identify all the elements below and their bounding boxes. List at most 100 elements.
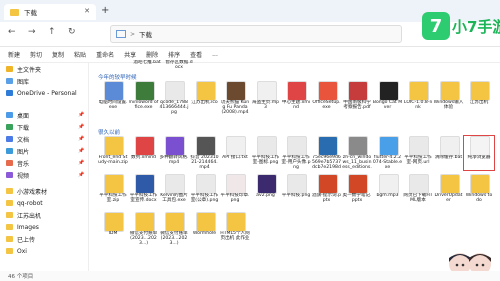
file-thumbnail-icon (134, 212, 155, 232)
file-item[interactable]: Windows to do (464, 174, 494, 208)
file-name: 平平科技工作室-网页.url (404, 155, 432, 166)
file-item[interactable]: 平平科技工作室宣传.docx (129, 174, 159, 208)
cmd-paste[interactable]: 粘贴 (74, 50, 86, 59)
section-header-long-ago[interactable]: 很久以前 (98, 128, 120, 136)
file-item[interactable]: 75ec96e9d6569e7b5737dcb7e2198d47.mp4 (312, 136, 342, 170)
file-item[interactable]: 数列.xmind (129, 136, 159, 170)
file-item[interactable]: 中国南极科学考察报告.pdf (342, 81, 372, 115)
file-item[interactable]: av2.png (251, 174, 281, 208)
file-item[interactable]: 功夫熊猫 Kung Fu Panda (2008).mp4 (220, 81, 250, 115)
sidebar-item-label: 桌面 (17, 112, 30, 120)
file-item[interactable]: qcode_1788413666444.jpg (159, 81, 189, 115)
file-item[interactable]: 平平科技印章.png (220, 174, 250, 208)
file-item[interactable]: 奥—数学笔记.pptx (342, 174, 372, 208)
file-name: 平平科技工作室宣传.docx (129, 193, 158, 204)
refresh-icon[interactable]: ↻ (68, 27, 76, 37)
close-tab-icon[interactable]: ✕ (84, 7, 90, 15)
sidebar-item[interactable]: Images (6, 222, 39, 232)
address-bar[interactable]: > 下载 (110, 25, 402, 43)
sidebar-item[interactable]: 图库 (6, 76, 29, 86)
file-name: 网页已下载HTML版本 (403, 193, 433, 204)
file-item[interactable]: 电脑时间设置.exe (98, 81, 128, 115)
sidebar-item[interactable]: 文档 📌 (6, 134, 84, 144)
sidebar-item[interactable]: 小游戏素材 (6, 186, 47, 196)
cmd-share[interactable]: 共享 (124, 50, 136, 59)
cmd-view[interactable]: 查看 (190, 50, 202, 59)
file-item[interactable]: 纯净浏览器 (463, 135, 495, 171)
new-tab-button[interactable]: + (101, 5, 109, 16)
up-icon[interactable]: ↑ (48, 27, 56, 37)
sidebar-item-label: 主文件夹 (17, 66, 42, 74)
file-item[interactable]: 中心主题.xmind (281, 81, 311, 115)
folder-icon (6, 224, 13, 230)
file-item[interactable]: 平平科技工作室-用户头像.png (281, 136, 311, 170)
file-item[interactable]: 平平科技.png (281, 174, 311, 208)
pin-icon: 📌 (78, 160, 85, 166)
file-item[interactable]: LOIC-1.0.8-link (403, 81, 433, 115)
section-header-earlier[interactable]: 今年的较早时候 (98, 73, 137, 81)
forward-icon[interactable]: → (28, 27, 36, 37)
file-item[interactable]: 抖音 20231021-214464.mp4 (190, 136, 220, 170)
sidebar-item[interactable]: 图片 📌 (6, 146, 84, 156)
file-item[interactable]: 清除缓存.bat (434, 136, 464, 170)
cmd-rename[interactable]: 重命名 (96, 50, 114, 59)
file-item[interactable]: 微信支付账单(2023...2023...) (159, 212, 189, 246)
sidebar-item[interactable]: 已上传 (6, 234, 35, 244)
file-item[interactable]: 平平科技工作室.zip (98, 174, 128, 208)
file-item[interactable]: 平平科技工作室-网页.url (403, 136, 433, 170)
folder-icon (6, 188, 13, 194)
sidebar-item[interactable]: 下载 📌 (6, 122, 84, 132)
file-name: 中心主题.xmind (281, 100, 311, 111)
sidebar-item-label: 小游戏素材 (17, 188, 48, 196)
file-item[interactable]: flutter-4.2.2074-Stable.exe (373, 136, 403, 170)
sidebar-item[interactable]: OneDrive - Personal (6, 88, 77, 98)
file-item[interactable]: Windows输入体验 (434, 81, 464, 115)
file-item[interactable]: Kelvin的图片工具包.exe (159, 174, 189, 208)
cmd-sort[interactable]: 排序 (168, 50, 180, 59)
file-item[interactable]: 江苏出机.ico (190, 81, 220, 115)
file-item[interactable]: 网页已下载HTML版本 (403, 174, 433, 208)
sidebar-item[interactable]: 音乐 📌 (6, 158, 84, 168)
folder-icon (6, 112, 13, 118)
cmd-cut[interactable]: 剪切 (30, 50, 42, 59)
file-item[interactable]: HTML5个人网页出机 此作业 (220, 212, 250, 246)
file-item[interactable]: zh-cn_windows_11_business_editions.iso (342, 136, 372, 170)
file-item[interactable]: Bongo Cat Mver (373, 81, 403, 115)
sidebar-item-label: 江苏出机 (17, 212, 42, 220)
file-thumbnail-icon (378, 136, 399, 156)
sidebar-item[interactable]: 视频 📌 (6, 170, 84, 180)
back-icon[interactable]: ← (8, 27, 16, 37)
file-item[interactable]: OfficeSetup.exe (312, 81, 342, 115)
file-item[interactable]: IDM (98, 212, 128, 246)
file-item[interactable]: 平平科技工作室-图标.png (251, 136, 281, 170)
file-item[interactable]: minioword office.exe (129, 81, 159, 115)
file-item[interactable]: 平平科技工作室(公章).png (190, 174, 220, 208)
cmd-new[interactable]: 新建 (8, 50, 20, 59)
file-item[interactable]: Wormhole (190, 212, 220, 246)
file-item[interactable]: 微信支付账单(2023...2023...) (129, 212, 159, 246)
file-item[interactable]: 江苏出机 (464, 81, 494, 115)
file-item[interactable]: 酒旗-提示词.pptx (312, 174, 342, 208)
cmd-delete[interactable]: 删除 (146, 50, 158, 59)
file-item[interactable]: 海盗主页.mp3 (251, 81, 281, 115)
sidebar-item-label: Oxi (17, 247, 27, 255)
cmd-copy[interactable]: 复制 (52, 50, 64, 59)
file-item[interactable]: 多种翻转风格.mp4 (159, 136, 189, 170)
file-item[interactable]: API 接口.txt (220, 136, 250, 170)
sidebar-item[interactable]: 桌面 📌 (6, 110, 84, 120)
file-item[interactable]: DriverUpdater (434, 174, 464, 208)
file-thumbnail-icon (348, 136, 368, 156)
breadcrumb-download[interactable]: 下载 (139, 29, 152, 39)
file-name: bgm.mp3 (376, 193, 399, 198)
file-thumbnail-icon (348, 174, 368, 194)
file-item[interactable]: bgm.mp3 (373, 174, 403, 208)
sidebar-item[interactable]: 主文件夹 (6, 64, 41, 74)
file-name: zh-cn_windows_11_business_editions.iso (342, 155, 372, 170)
sidebar-item[interactable]: 江苏出机 (6, 210, 41, 220)
sidebar-item[interactable]: qq-robot (6, 198, 43, 208)
tab-download[interactable]: 下载 ✕ (4, 4, 96, 20)
file-name: 纯净浏览器 (467, 155, 491, 160)
sidebar-item[interactable]: Oxi (6, 246, 27, 256)
file-item[interactable]: Front_end Study-main.zip (98, 136, 128, 170)
cmd-more[interactable]: ... (212, 51, 218, 58)
